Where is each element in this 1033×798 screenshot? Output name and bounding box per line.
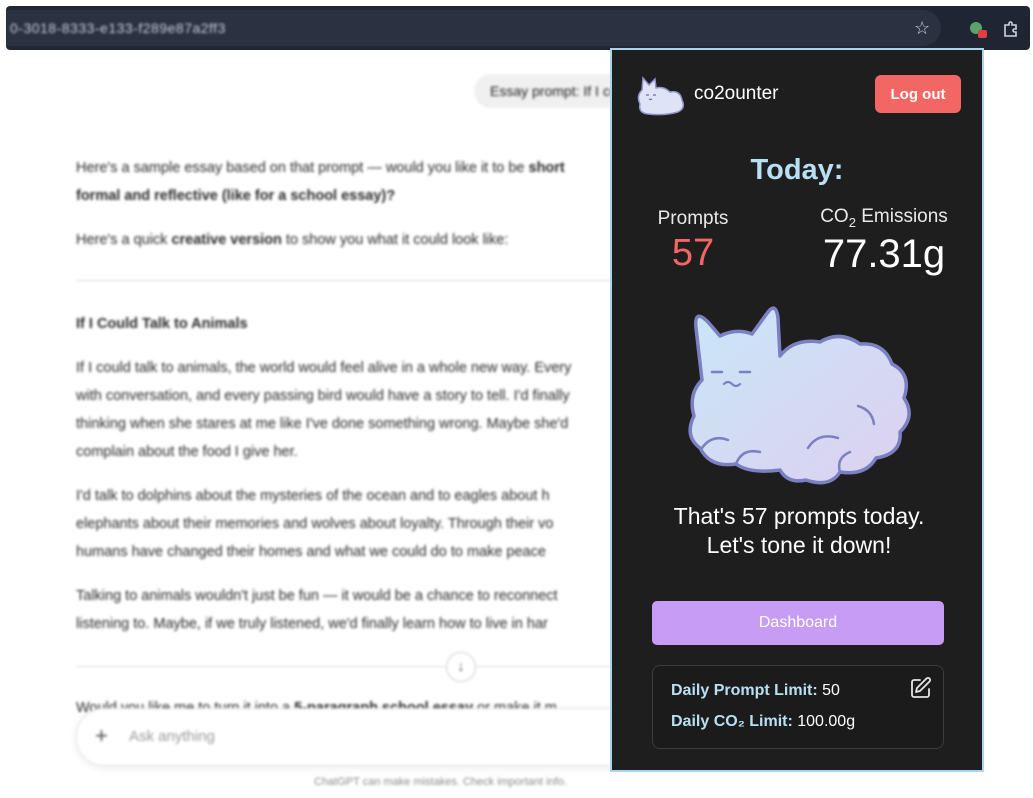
usage-message: That's 57 prompts today. Let's tone it d… [612,502,986,560]
co2-label-sub: 2 [848,214,856,230]
co2-label-suffix: Emissions [855,206,948,227]
today-heading: Today: [750,154,844,186]
prompt-limit-label: Daily Prompt Limit: [671,682,818,699]
usage-message-line1: That's 57 prompts today. [673,503,925,529]
logout-button[interactable]: Log out [875,75,961,113]
composer-placeholder: Ask anything [129,728,215,745]
essay-title: If I Could Talk to Animals [76,310,636,338]
co2-emissions-label: CO2 Emissions [788,206,980,230]
brand-name: co2ounter [694,83,779,104]
co2-limit-label: Daily CO₂ Limit: [671,713,793,730]
co2-emissions-value: 77.31g [822,232,946,276]
scroll-down-button[interactable]: ↓ [446,652,476,682]
address-bar[interactable]: 0-3018-8333-e133-f289e87a2ff3 [6,10,941,46]
cat-extension-icon[interactable] [968,20,988,40]
co2-label-prefix: CO [820,206,849,227]
usage-message-line2: Let's tone it down! [706,532,892,558]
intro-bold-line2: formal and reflective (like for a school… [76,188,396,204]
essay-line: I'd talk to dolphins about the mysteries… [76,488,550,504]
disclaimer-text: ChatGPT can make mistakes. Check importa… [314,776,567,788]
essay-line: humans have changed their homes and what… [76,544,546,560]
essay-paragraph-2: I'd talk to dolphins about the mysteries… [76,482,636,566]
essay-line: complain about the food I give her. [76,444,298,460]
composer[interactable]: + Ask anything [76,708,638,766]
browser-toolbar: 0-3018-8333-e133-f289e87a2ff3 ☆ [6,6,1030,50]
limits-card: Daily Prompt Limit: 50 Daily CO₂ Limit: … [652,665,944,749]
prompts-count: 57 [671,232,715,274]
essay-paragraph-3: Talking to animals wouldn't just be fun … [76,582,636,638]
assistant-intro: Here's a sample essay based on that prom… [76,154,636,210]
intro-bold: short [528,160,565,176]
essay-line: listening to. Maybe, if we truly listene… [76,616,548,632]
essay-title-text: If I Could Talk to Animals [76,316,248,332]
prompts-label: Prompts [657,208,729,229]
co2-limit-row: Daily CO₂ Limit: 100.00g [671,713,855,731]
co2-limit-value: 100.00g [797,713,856,730]
prompt-limit-value: 50 [822,682,840,699]
quick-text: Here's a quick [76,232,172,248]
quick-text-end: to show you what it could look like: [281,232,509,248]
cat-cloud-logo-icon [637,76,685,116]
assistant-quick-line: Here's a quick creative version to show … [76,226,636,254]
essay-line: Talking to animals wouldn't just be fun … [76,588,558,604]
divider [76,280,636,281]
intro-text: Here's a sample essay based on that prom… [76,160,529,176]
essay-line: thinking when she stares at me like I've… [76,416,569,432]
cloud-cat-illustration [688,306,911,485]
puzzle-icon[interactable] [1002,20,1020,38]
essay-line: elephants about their memories and wolve… [76,516,554,532]
divider [76,666,636,667]
essay-line: If I could talk to animals, the world wo… [76,360,572,376]
plus-icon[interactable]: + [95,723,108,749]
quick-bold: creative version [171,232,282,248]
star-icon[interactable]: ☆ [914,18,930,39]
edit-icon[interactable] [909,676,933,700]
essay-paragraph-1: If I could talk to animals, the world wo… [76,354,636,466]
co2ounter-popup: co2ounter Log out Today: Prompts 57 CO2 … [610,48,984,772]
prompt-limit-row: Daily Prompt Limit: 50 [671,682,840,700]
essay-line: with conversation, and every passing bir… [76,388,570,404]
address-bar-url: 0-3018-8333-e133-f289e87a2ff3 [10,20,226,36]
dashboard-button[interactable]: Dashboard [652,601,944,645]
